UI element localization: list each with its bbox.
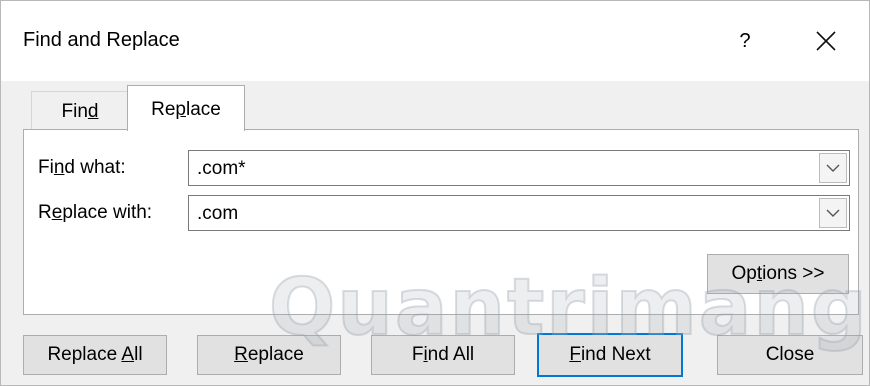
replace-button[interactable]: Replace bbox=[197, 335, 341, 375]
find-what-input[interactable]: .com* bbox=[197, 158, 246, 180]
tab-replace[interactable]: Replace bbox=[127, 85, 245, 131]
replace-tab-panel: Find what: .com* Replace with: .com Opti… bbox=[23, 129, 859, 315]
replace-all-button[interactable]: Replace All bbox=[23, 335, 167, 375]
replace-with-label: Replace with: bbox=[38, 202, 153, 223]
find-replace-dialog: Find and Replace ? Find Replace Find wha… bbox=[0, 0, 870, 386]
close-icon bbox=[816, 31, 836, 51]
close-button[interactable]: Close bbox=[717, 335, 863, 375]
find-all-button[interactable]: Find All bbox=[371, 335, 515, 375]
dialog-title: Find and Replace bbox=[23, 29, 180, 51]
title-bar: Find and Replace ? bbox=[1, 1, 869, 81]
replace-with-input[interactable]: .com bbox=[197, 203, 238, 225]
tab-replace-label: Replace bbox=[151, 99, 221, 120]
help-button[interactable]: ? bbox=[723, 23, 767, 59]
tab-find[interactable]: Find bbox=[31, 91, 129, 129]
replace-with-dropdown-button[interactable] bbox=[819, 198, 847, 228]
chevron-down-icon bbox=[826, 164, 840, 172]
replace-with-combobox[interactable]: .com bbox=[188, 195, 850, 231]
find-what-combobox[interactable]: .com* bbox=[188, 150, 850, 186]
find-what-dropdown-button[interactable] bbox=[819, 153, 847, 183]
close-window-button[interactable] bbox=[801, 19, 851, 63]
tab-find-label: Find bbox=[61, 101, 99, 122]
options-button[interactable]: Options >> bbox=[707, 254, 849, 294]
find-what-label: Find what: bbox=[38, 157, 126, 178]
chevron-down-icon bbox=[826, 209, 840, 217]
find-next-button[interactable]: Find Next bbox=[537, 333, 683, 377]
